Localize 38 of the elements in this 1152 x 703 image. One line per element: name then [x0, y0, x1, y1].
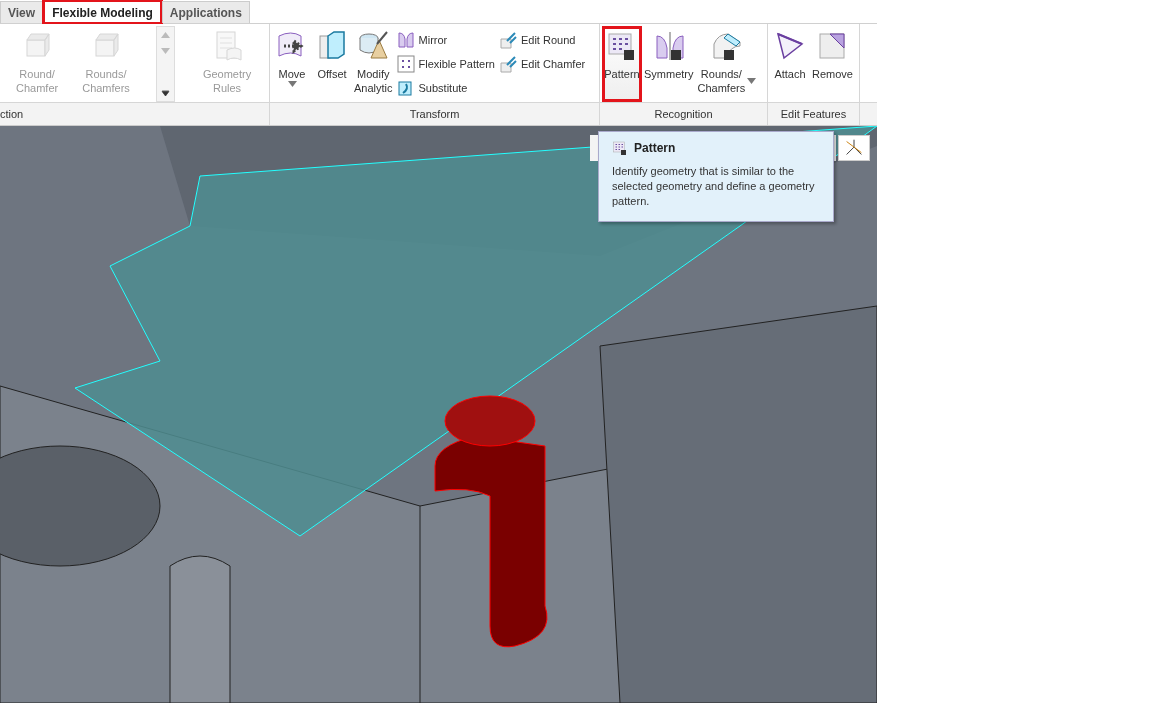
tool-icon — [774, 30, 806, 62]
scroll-up-icon[interactable] — [160, 32, 170, 38]
tool-icon — [498, 31, 517, 49]
cad-model-drawing[interactable] — [0, 126, 877, 703]
ribbon-button[interactable]: Pattern — [602, 26, 642, 102]
ribbon-button[interactable]: Symmetry — [642, 26, 696, 102]
tool-icon — [498, 55, 517, 73]
tooltip-title: Pattern — [634, 141, 676, 155]
ribbon-button[interactable]: Mirror — [396, 30, 495, 50]
ribbon-button[interactable]: Attach — [770, 26, 810, 102]
ribbon-button[interactable]: Edit Chamfer — [498, 54, 586, 74]
scroll-down-icon[interactable] — [160, 48, 170, 54]
pattern-icon — [612, 140, 628, 156]
tool-icon — [710, 30, 743, 62]
ribbon-button[interactable]: Flexible Pattern — [396, 54, 495, 74]
ribbon-tab[interactable]: Applications — [161, 1, 250, 23]
tool-icon — [396, 31, 415, 49]
tooltip-text: Identify geometry that is similar to the selected geometry and define a geometry pattern. — [612, 164, 816, 209]
ribbon-button[interactable]: Modify Analytic — [352, 26, 395, 102]
group-label: ction — [0, 108, 24, 120]
tool-icon — [396, 79, 415, 97]
axes-display-icon[interactable] — [838, 135, 870, 161]
expand-gallery-icon[interactable] — [160, 90, 170, 96]
group-label: Edit Features — [780, 108, 847, 120]
group-label: Recognition — [654, 108, 713, 120]
ribbon-button[interactable]: Edit Round — [498, 30, 586, 50]
tool-icon — [357, 30, 390, 62]
ribbon-button[interactable]: Substitute — [396, 78, 495, 98]
gallery-scrollbar[interactable] — [155, 26, 175, 102]
ribbon-tab[interactable]: Flexible Modeling — [44, 1, 161, 23]
tool-icon — [396, 55, 415, 73]
ribbon-button[interactable]: Remove — [810, 26, 855, 102]
ribbon-button[interactable]: Rounds/ Chamfers — [695, 26, 759, 102]
ribbon-button[interactable]: Offset — [312, 26, 352, 102]
ribbon-button[interactable]: Move — [272, 26, 312, 102]
tool-icon — [316, 30, 348, 62]
group-label: Transform — [409, 108, 460, 120]
ribbon-tab[interactable]: View — [0, 1, 44, 23]
